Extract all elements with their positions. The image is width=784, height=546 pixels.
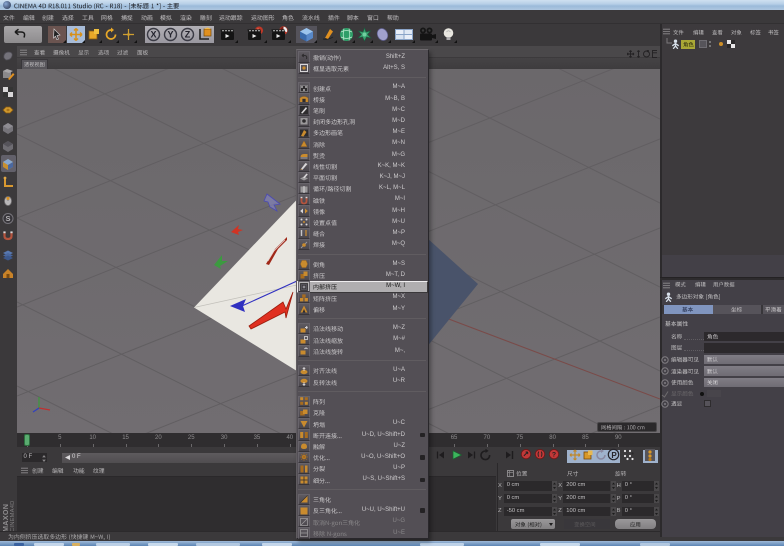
svg-text:?: ? xyxy=(551,452,555,459)
svg-text:S: S xyxy=(5,214,10,223)
svg-text:P: P xyxy=(611,451,617,460)
svg-text:X: X xyxy=(150,30,156,40)
svg-text:Z: Z xyxy=(185,30,191,40)
svg-text:Y: Y xyxy=(167,30,173,40)
